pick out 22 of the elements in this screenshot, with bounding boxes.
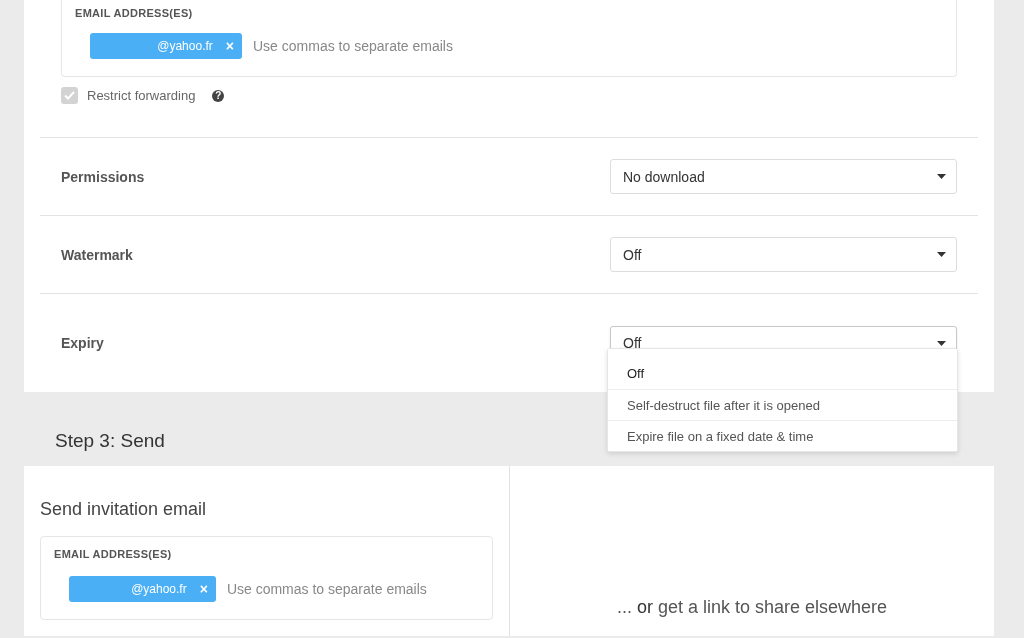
email-field[interactable]: EMAIL ADDRESS(ES) @yahoo.fr × Use commas to separate emails <box>40 536 493 620</box>
checkbox-label: Restrict forwarding <box>87 88 196 103</box>
caret-icon <box>937 174 946 179</box>
email-field[interactable]: EMAIL ADDRESS(ES) @yahoo.fr × Use commas to separate emails <box>61 0 957 77</box>
check-icon <box>64 91 75 100</box>
setting-label: Permissions <box>61 168 145 185</box>
setting-label: Expiry <box>61 335 104 351</box>
caret-icon <box>937 252 946 257</box>
dropdown-select[interactable]: No download <box>610 159 957 194</box>
setting-label: Watermark <box>61 246 133 263</box>
share-link-text: ... or get a link to share elsewhere <box>616 597 888 619</box>
dropdown-option[interactable]: Expire file on a fixed date & time <box>608 420 957 451</box>
field-label: EMAIL ADDRESS(ES) <box>75 7 194 19</box>
step-heading: Step 3: Send <box>55 430 165 453</box>
dropdown-option[interactable]: Self-destruct file after it is opened <box>608 389 957 420</box>
caret-icon <box>937 340 946 346</box>
email-input[interactable]: Use commas to separate emails <box>251 37 515 55</box>
dropdown-option[interactable]: Off <box>608 349 957 389</box>
section-title: Send invitation email <box>40 499 208 520</box>
dropdown-select[interactable]: Off <box>610 237 957 272</box>
field-label: EMAIL ADDRESS(ES) <box>54 548 173 560</box>
email-input[interactable]: Use commas to separate emails <box>224 580 479 598</box>
